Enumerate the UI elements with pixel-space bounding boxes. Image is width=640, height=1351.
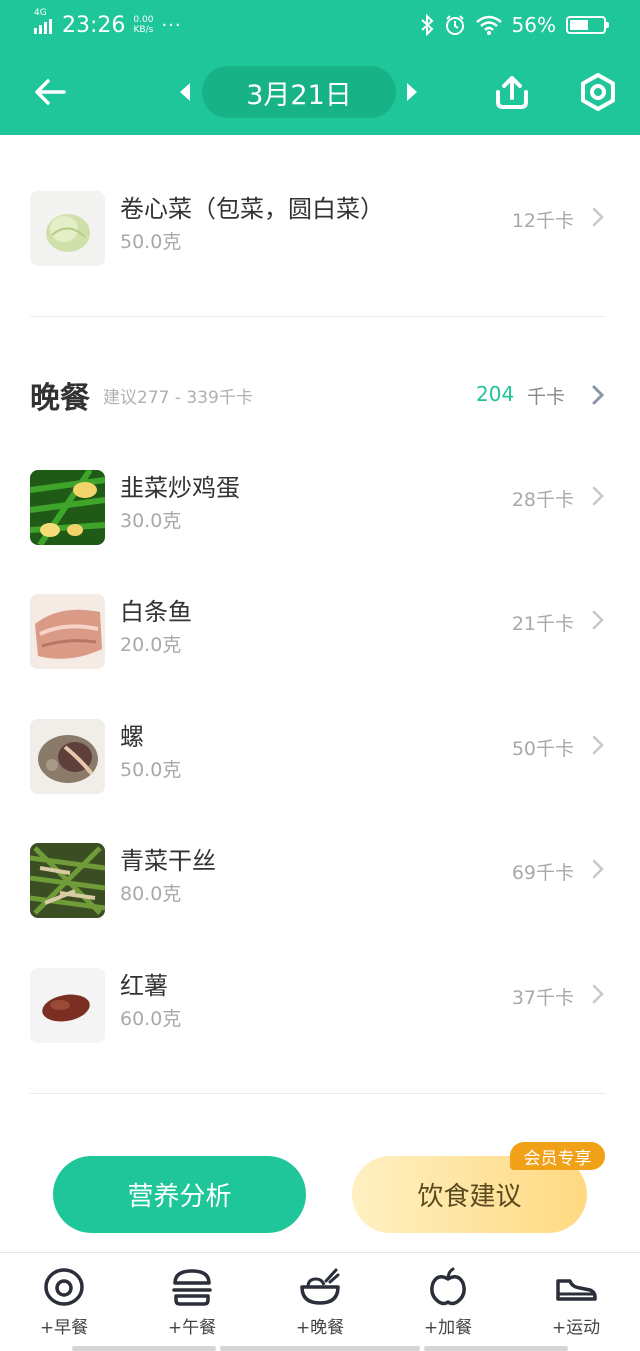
food-kcal: 21千卡	[511, 613, 574, 635]
vip-only-badge: 会员专享	[510, 1142, 605, 1170]
food-thumbnail	[30, 843, 105, 918]
chevron-right-icon	[592, 984, 604, 1004]
meal-suggested-range: 建议277 - 339千卡	[103, 388, 253, 408]
food-item[interactable]: 青菜干丝 80.0克 69千卡	[0, 831, 640, 931]
meal-title: 晚餐	[30, 381, 90, 416]
next-day-icon[interactable]	[404, 81, 420, 103]
food-item[interactable]: 螺 50.0克 50千卡	[0, 707, 640, 807]
food-kcal: 69千卡	[511, 862, 574, 884]
section-divider	[30, 316, 606, 317]
section-divider	[30, 1093, 606, 1094]
food-amount: 20.0克	[120, 634, 182, 656]
food-name: 青菜干丝	[120, 847, 216, 875]
tab-label: +运动	[551, 1318, 601, 1338]
app-header: 4G 23:26 0.00 KB/s ··· 56% 3月21日	[0, 0, 640, 135]
dinner-section-header[interactable]: 晚餐 建议277 - 339千卡 204 千卡	[0, 365, 640, 425]
battery-percent: 56%	[511, 13, 556, 37]
food-name: 螺	[120, 723, 144, 751]
food-name: 白条鱼	[120, 598, 192, 626]
tab-add-exercise[interactable]: +运动	[512, 1253, 640, 1351]
tab-label: +午餐	[167, 1318, 217, 1338]
network-speed-value: 0.00	[133, 15, 154, 25]
bowl-icon	[300, 1268, 340, 1305]
food-item-cabbage[interactable]: 卷心菜（包菜，圆白菜） 50.0克 12千卡	[0, 179, 640, 279]
settings-hexagon-icon[interactable]	[578, 72, 618, 112]
food-thumbnail	[30, 191, 105, 266]
more-notifications: ···	[161, 14, 182, 36]
tab-add-breakfast[interactable]: +早餐	[0, 1253, 128, 1351]
food-thumbnail	[30, 470, 105, 545]
shoe-icon	[556, 1279, 597, 1301]
battery-icon	[566, 16, 609, 34]
wifi-icon	[475, 15, 502, 35]
tab-add-snack[interactable]: +加餐	[384, 1253, 512, 1351]
gesture-bar	[72, 1346, 216, 1351]
food-kcal: 50千卡	[511, 738, 574, 760]
bluetooth-icon	[420, 14, 433, 36]
gesture-bar	[424, 1346, 568, 1351]
network-speed: 0.00 KB/s	[133, 15, 153, 35]
chevron-right-icon	[592, 610, 604, 630]
food-thumbnail	[30, 719, 105, 794]
food-name: 韭菜炒鸡蛋	[120, 474, 240, 502]
add-record-tabbar: +早餐 +午餐 +晚餐 +加餐 +运动	[0, 1252, 640, 1351]
food-thumbnail	[30, 594, 105, 669]
meal-kcal-unit: 千卡	[527, 386, 566, 408]
burger-icon	[172, 1269, 212, 1306]
signal-icon: 4G	[34, 8, 52, 34]
food-item[interactable]: 红薯 60.0克 37千卡	[0, 956, 640, 1056]
tab-add-dinner[interactable]: +晚餐	[256, 1253, 384, 1351]
status-bar: 4G 23:26 0.00 KB/s ··· 56%	[0, 0, 640, 50]
food-kcal: 37千卡	[511, 987, 574, 1009]
food-amount: 50.0克	[120, 759, 182, 781]
food-amount: 30.0克	[120, 510, 182, 532]
tab-label: +早餐	[39, 1318, 89, 1338]
food-amount: 50.0克	[120, 231, 182, 253]
tab-label: +晚餐	[295, 1318, 345, 1338]
back-arrow-icon[interactable]	[30, 72, 70, 112]
food-name: 红薯	[120, 972, 168, 1000]
apple-icon	[430, 1267, 466, 1306]
gesture-bar	[220, 1346, 420, 1351]
nutrition-analysis-button[interactable]: 营养分析	[53, 1156, 306, 1233]
food-item[interactable]: 白条鱼 20.0克 21千卡	[0, 582, 640, 682]
food-amount: 60.0克	[120, 1008, 182, 1030]
food-amount: 80.0克	[120, 883, 182, 905]
food-name: 卷心菜（包菜，圆白菜）	[120, 195, 384, 223]
egg-icon	[44, 1268, 84, 1306]
tab-add-lunch[interactable]: +午餐	[128, 1253, 256, 1351]
date-nav: 3月21日	[0, 50, 640, 135]
chevron-right-icon	[592, 486, 604, 506]
share-upload-icon[interactable]	[492, 72, 532, 112]
tab-label: +加餐	[423, 1318, 473, 1338]
food-kcal: 28千卡	[511, 489, 574, 511]
meal-total-kcal: 204	[476, 382, 515, 406]
date-picker[interactable]: 3月21日	[202, 66, 396, 118]
previous-day-icon[interactable]	[177, 81, 193, 103]
food-item[interactable]: 韭菜炒鸡蛋 30.0克 28千卡	[0, 458, 640, 558]
chevron-right-icon	[592, 735, 604, 755]
chevron-right-icon	[592, 207, 604, 227]
network-speed-unit: KB/s	[133, 25, 154, 35]
food-thumbnail	[30, 968, 105, 1043]
alarm-icon	[445, 15, 464, 35]
chevron-right-icon	[592, 859, 604, 879]
chevron-right-icon	[592, 385, 604, 405]
food-kcal: 12千卡	[511, 210, 574, 232]
status-time: 23:26	[62, 12, 126, 38]
